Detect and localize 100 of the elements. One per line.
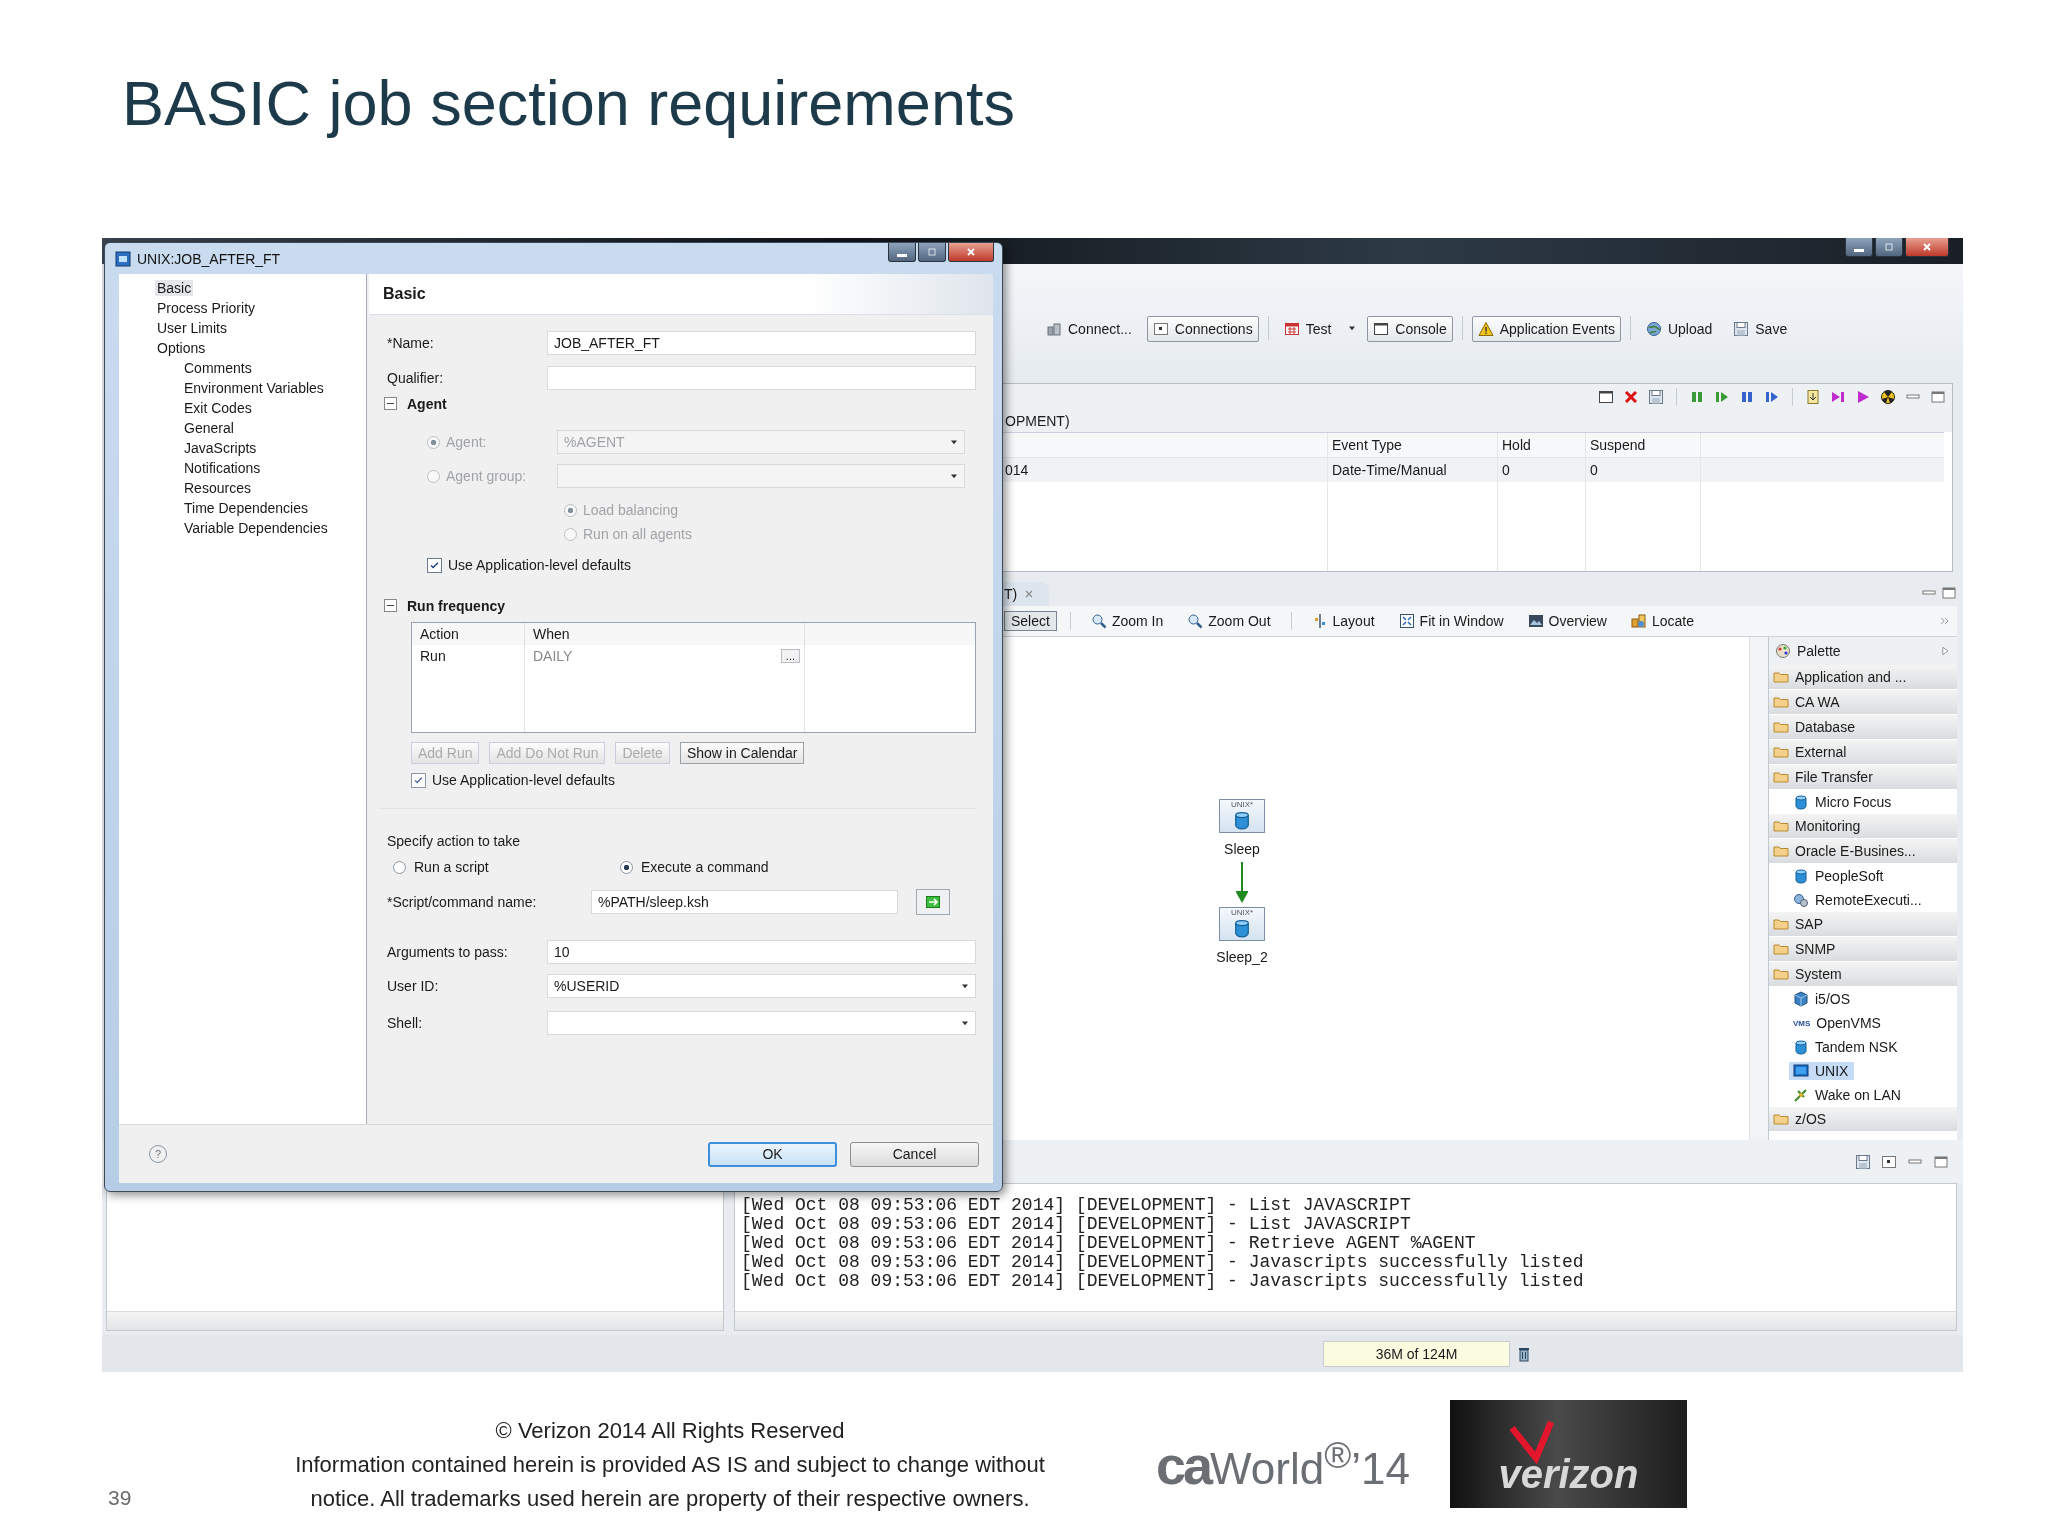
palette-item[interactable]: Micro Focus bbox=[1789, 793, 1898, 811]
toolbar-button[interactable]: Connect... bbox=[1040, 316, 1138, 342]
column-header: Hold bbox=[1502, 437, 1531, 453]
tree-item[interactable]: Time Dependencies bbox=[182, 500, 310, 516]
toolbar-button[interactable]: Connections bbox=[1146, 316, 1259, 342]
browse-button[interactable]: ... bbox=[780, 649, 800, 663]
resume-icon[interactable] bbox=[1714, 389, 1730, 405]
checkbox[interactable] bbox=[411, 772, 426, 788]
cylinder-icon bbox=[1793, 1039, 1809, 1055]
close-button[interactable] bbox=[1905, 238, 1949, 257]
trash-icon[interactable] bbox=[1516, 1345, 1532, 1362]
palette-item[interactable]: UNIX bbox=[1789, 1062, 1855, 1080]
minimize-button[interactable] bbox=[888, 243, 916, 262]
job-node[interactable]: UNIX* bbox=[1219, 907, 1265, 941]
maximize-button[interactable] bbox=[1875, 238, 1903, 257]
job-node[interactable]: UNIX* bbox=[1219, 799, 1265, 833]
remote-icon bbox=[1793, 892, 1809, 908]
text-field[interactable] bbox=[547, 366, 976, 390]
play-icon[interactable] bbox=[1855, 389, 1871, 405]
tree-item[interactable]: Environment Variables bbox=[182, 380, 326, 396]
palette-item[interactable]: PeopleSoft bbox=[1789, 867, 1890, 885]
folder-icon bbox=[1773, 843, 1789, 859]
pause-icon[interactable] bbox=[1689, 389, 1705, 405]
minimize-button[interactable] bbox=[1845, 238, 1873, 257]
toolbar-button[interactable]: Upload bbox=[1639, 316, 1719, 342]
text-field[interactable]: %PATH/sleep.ksh bbox=[591, 890, 898, 914]
panel-icon[interactable] bbox=[1598, 389, 1614, 405]
tool-button[interactable]: Overview bbox=[1520, 611, 1614, 631]
save-icon bbox=[1733, 321, 1750, 337]
tree-item[interactable]: Process Priority bbox=[155, 300, 258, 316]
dialog-button[interactable]: OK bbox=[708, 1141, 837, 1167]
radio-button[interactable] bbox=[393, 860, 406, 874]
triangle-icon[interactable] bbox=[1939, 643, 1951, 659]
radio-button[interactable] bbox=[620, 860, 633, 874]
maximize-icon[interactable] bbox=[1941, 585, 1957, 601]
text-field[interactable]: JOB_AFTER_FT bbox=[547, 331, 976, 355]
tool-button[interactable]: Select bbox=[1004, 611, 1057, 631]
editor-tab[interactable]: T) bbox=[1000, 582, 1050, 606]
column-header: Suspend bbox=[1590, 437, 1646, 453]
field-label: *Script/command name: bbox=[387, 894, 538, 910]
icon-label: VMS bbox=[1793, 1018, 1811, 1028]
tree-item[interactable]: Comments bbox=[182, 360, 254, 376]
resume-icon[interactable] bbox=[1764, 389, 1780, 405]
tree-item[interactable]: Options bbox=[155, 340, 208, 356]
tree-item[interactable]: User Limits bbox=[155, 320, 229, 336]
footer-text: Information contained herein is provided AS IS and subject to change without bbox=[295, 1451, 1045, 1479]
toolbar-button[interactable]: Application Events bbox=[1471, 316, 1621, 342]
globe-icon bbox=[1645, 321, 1662, 337]
action-button[interactable]: Show in Calendar bbox=[679, 742, 805, 764]
tool-button[interactable]: Fit in Window bbox=[1391, 611, 1511, 631]
save-icon[interactable] bbox=[1648, 389, 1664, 405]
collapse-icon[interactable] bbox=[383, 598, 399, 614]
log-line: [Wed Oct 08 09:53:06 EDT 2014] [DEVELOPMENT] - List JAVASCRIPT bbox=[741, 1215, 1412, 1234]
dropdown-field[interactable] bbox=[557, 464, 965, 488]
dropdown-field[interactable] bbox=[547, 1011, 976, 1035]
maximize-icon[interactable] bbox=[1930, 389, 1946, 405]
panel-icon[interactable] bbox=[1881, 1153, 1897, 1170]
tree-item[interactable]: Resources bbox=[182, 480, 253, 496]
node-label: Sleep bbox=[1224, 841, 1260, 857]
tree-item[interactable]: Notifications bbox=[182, 460, 263, 476]
dialog-button[interactable]: Cancel bbox=[850, 1141, 979, 1167]
folder-icon bbox=[1773, 694, 1789, 710]
palette-item[interactable]: i5/OS bbox=[1789, 990, 1856, 1008]
text-field[interactable]: 10 bbox=[547, 940, 976, 964]
zoom-out-icon bbox=[1187, 613, 1204, 629]
palette-item[interactable]: Wake on LAN bbox=[1789, 1086, 1907, 1104]
tool-button[interactable]: Zoom In bbox=[1083, 611, 1171, 631]
scrollbar[interactable] bbox=[107, 1311, 723, 1330]
tree-item[interactable]: Variable Dependencies bbox=[182, 520, 330, 536]
palette-item[interactable]: RemoteExecuti... bbox=[1789, 891, 1928, 909]
scrollbar[interactable] bbox=[1749, 637, 1768, 1140]
scrollbar[interactable] bbox=[735, 1311, 1956, 1330]
delete-icon[interactable] bbox=[1623, 389, 1639, 405]
toolbar-button[interactable]: Console bbox=[1367, 316, 1453, 342]
skip-icon[interactable] bbox=[1830, 389, 1846, 405]
dropdown-field[interactable]: %USERID bbox=[547, 974, 976, 998]
tool-button[interactable]: Layout bbox=[1304, 611, 1382, 631]
save-icon[interactable] bbox=[1855, 1153, 1871, 1170]
log-line: [Wed Oct 08 09:53:06 EDT 2014] [DEVELOPMENT] - Javascripts successfully listed bbox=[741, 1253, 1585, 1272]
tree-item[interactable]: Basic bbox=[155, 280, 194, 296]
download-icon[interactable] bbox=[1805, 389, 1821, 405]
tool-button[interactable]: Zoom Out bbox=[1180, 611, 1278, 631]
toolbar-button[interactable]: Save bbox=[1727, 316, 1794, 342]
palette-item[interactable]: VMS OpenVMS bbox=[1789, 1014, 1887, 1032]
pause-icon[interactable] bbox=[1739, 389, 1755, 405]
tree-item[interactable]: JavaScripts bbox=[182, 440, 259, 456]
browse-button[interactable] bbox=[916, 889, 950, 915]
tool-button[interactable]: Locate bbox=[1623, 611, 1701, 631]
node-label: Sleep_2 bbox=[1216, 949, 1268, 965]
palette-item[interactable]: Tandem NSK bbox=[1789, 1038, 1904, 1056]
tree-item[interactable]: Exit Codes bbox=[182, 400, 254, 416]
maximize-icon[interactable] bbox=[1933, 1153, 1949, 1170]
close-button[interactable] bbox=[948, 243, 994, 262]
hazard-icon[interactable] bbox=[1880, 389, 1896, 405]
logo-text: World$^{®}$’14 bbox=[1210, 1438, 1410, 1491]
toolbar-button[interactable]: Test bbox=[1277, 316, 1338, 342]
maximize-button[interactable] bbox=[918, 243, 946, 262]
tree-item[interactable]: General bbox=[182, 420, 236, 436]
folder-icon bbox=[1773, 744, 1789, 760]
page-number: 39 bbox=[108, 1486, 133, 1510]
